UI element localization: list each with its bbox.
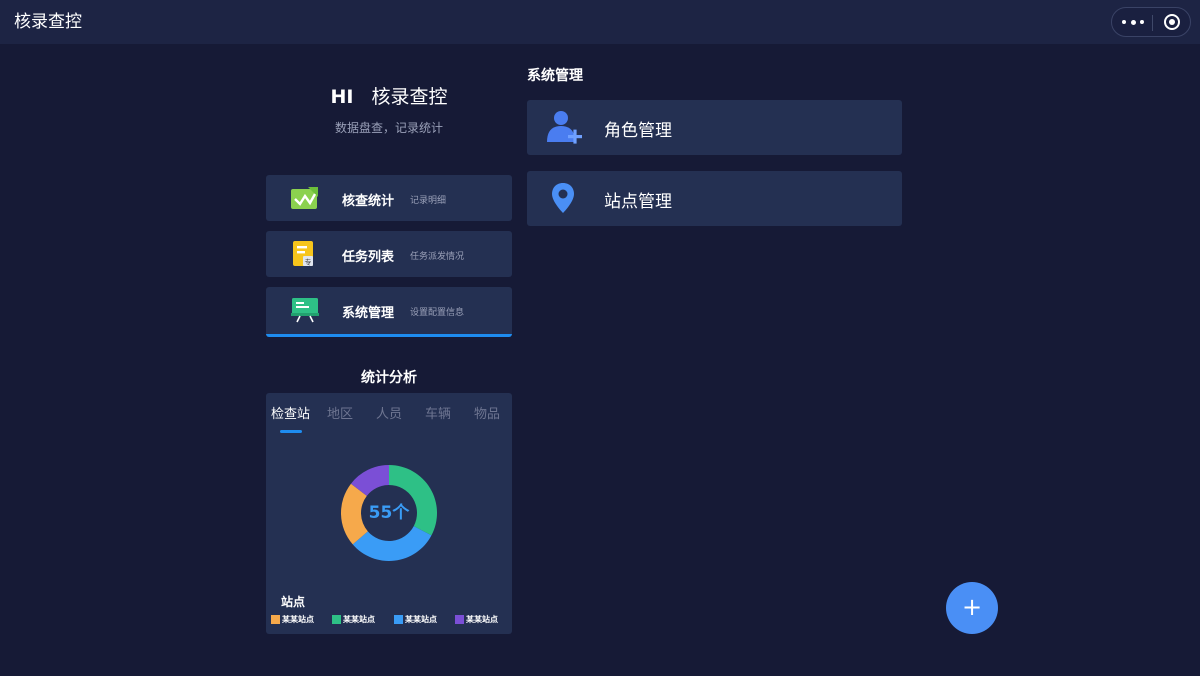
- task-doc-icon: 专: [290, 240, 320, 268]
- checklist-icon: [290, 184, 320, 212]
- greeting-name: 核录查控: [371, 86, 448, 108]
- legend-item: 某某站点: [394, 614, 437, 625]
- legend-item: 某某站点: [455, 614, 498, 625]
- add-fab-button[interactable]: +: [946, 582, 998, 634]
- mini-program-capsule: [1111, 7, 1191, 37]
- tab-personnel[interactable]: 人员: [376, 403, 402, 422]
- stats-tabs: 检查站 地区 人员 车辆 物品: [266, 403, 512, 427]
- menu-item-check-stats[interactable]: 核查统计 记录明细: [266, 175, 512, 221]
- chart-legend: 某某站点 某某站点 某某站点 某某站点: [271, 614, 511, 626]
- legend-item: 某某站点: [271, 614, 314, 625]
- menu-item-system-manage[interactable]: 系统管理 设置配置信息: [266, 287, 512, 337]
- user-add-icon: [543, 108, 583, 148]
- tab-item[interactable]: 物品: [474, 403, 500, 422]
- tab-checkpoint[interactable]: 检查站: [271, 403, 310, 422]
- system-heading: 系统管理: [527, 68, 583, 84]
- tab-region[interactable]: 地区: [327, 403, 353, 422]
- tab-vehicle[interactable]: 车辆: [425, 403, 451, 422]
- role-manage-label: 角色管理: [604, 121, 672, 141]
- system-board-icon: [290, 296, 320, 324]
- role-manage-card[interactable]: 角色管理: [527, 100, 902, 155]
- legend-swatch: [271, 615, 280, 624]
- menu-item-desc: 设置配置信息: [410, 308, 465, 318]
- station-manage-label: 站点管理: [604, 192, 672, 212]
- more-options-icon[interactable]: [1122, 14, 1144, 30]
- legend-label: 某某站点: [282, 615, 314, 624]
- top-bar: 核录查控: [0, 0, 1200, 44]
- greeting-subtitle: 数据盘查，记录统计: [334, 121, 443, 135]
- plus-icon: +: [961, 593, 983, 621]
- capsule-divider: [1152, 15, 1153, 31]
- donut-center-label: 55个: [368, 503, 410, 523]
- greeting: HI 核录查控: [266, 84, 512, 110]
- station-manage-card[interactable]: 站点管理: [527, 171, 902, 226]
- legend-item: 某某站点: [332, 614, 375, 625]
- menu-item-task-list[interactable]: 专 任务列表 任务派发情况: [266, 231, 512, 277]
- legend-label: 某某站点: [343, 615, 375, 624]
- stats-title: 统计分析: [361, 370, 417, 386]
- menu-item-desc: 记录明细: [410, 196, 447, 206]
- legend-label: 某某站点: [405, 615, 437, 624]
- menu-item-desc: 任务派发情况: [410, 252, 465, 262]
- legend-title: 站点: [281, 595, 306, 609]
- legend-swatch: [455, 615, 464, 624]
- greeting-hi: HI: [330, 86, 354, 108]
- legend-swatch: [332, 615, 341, 624]
- legend-label: 某某站点: [466, 615, 498, 624]
- menu-item-label: 系统管理: [342, 306, 395, 321]
- menu-item-label: 任务列表: [342, 250, 395, 265]
- stats-panel: 检查站 地区 人员 车辆 物品 55个 站点 某某站点 某某站点 某某站点 某某…: [266, 393, 512, 634]
- svg-text:专: 专: [305, 258, 312, 267]
- close-target-icon[interactable]: [1164, 14, 1180, 30]
- menu-item-label: 核查统计: [342, 194, 395, 209]
- active-tab-indicator: [280, 430, 302, 433]
- app-title: 核录查控: [14, 12, 82, 32]
- location-pin-icon: [543, 179, 583, 219]
- legend-swatch: [394, 615, 403, 624]
